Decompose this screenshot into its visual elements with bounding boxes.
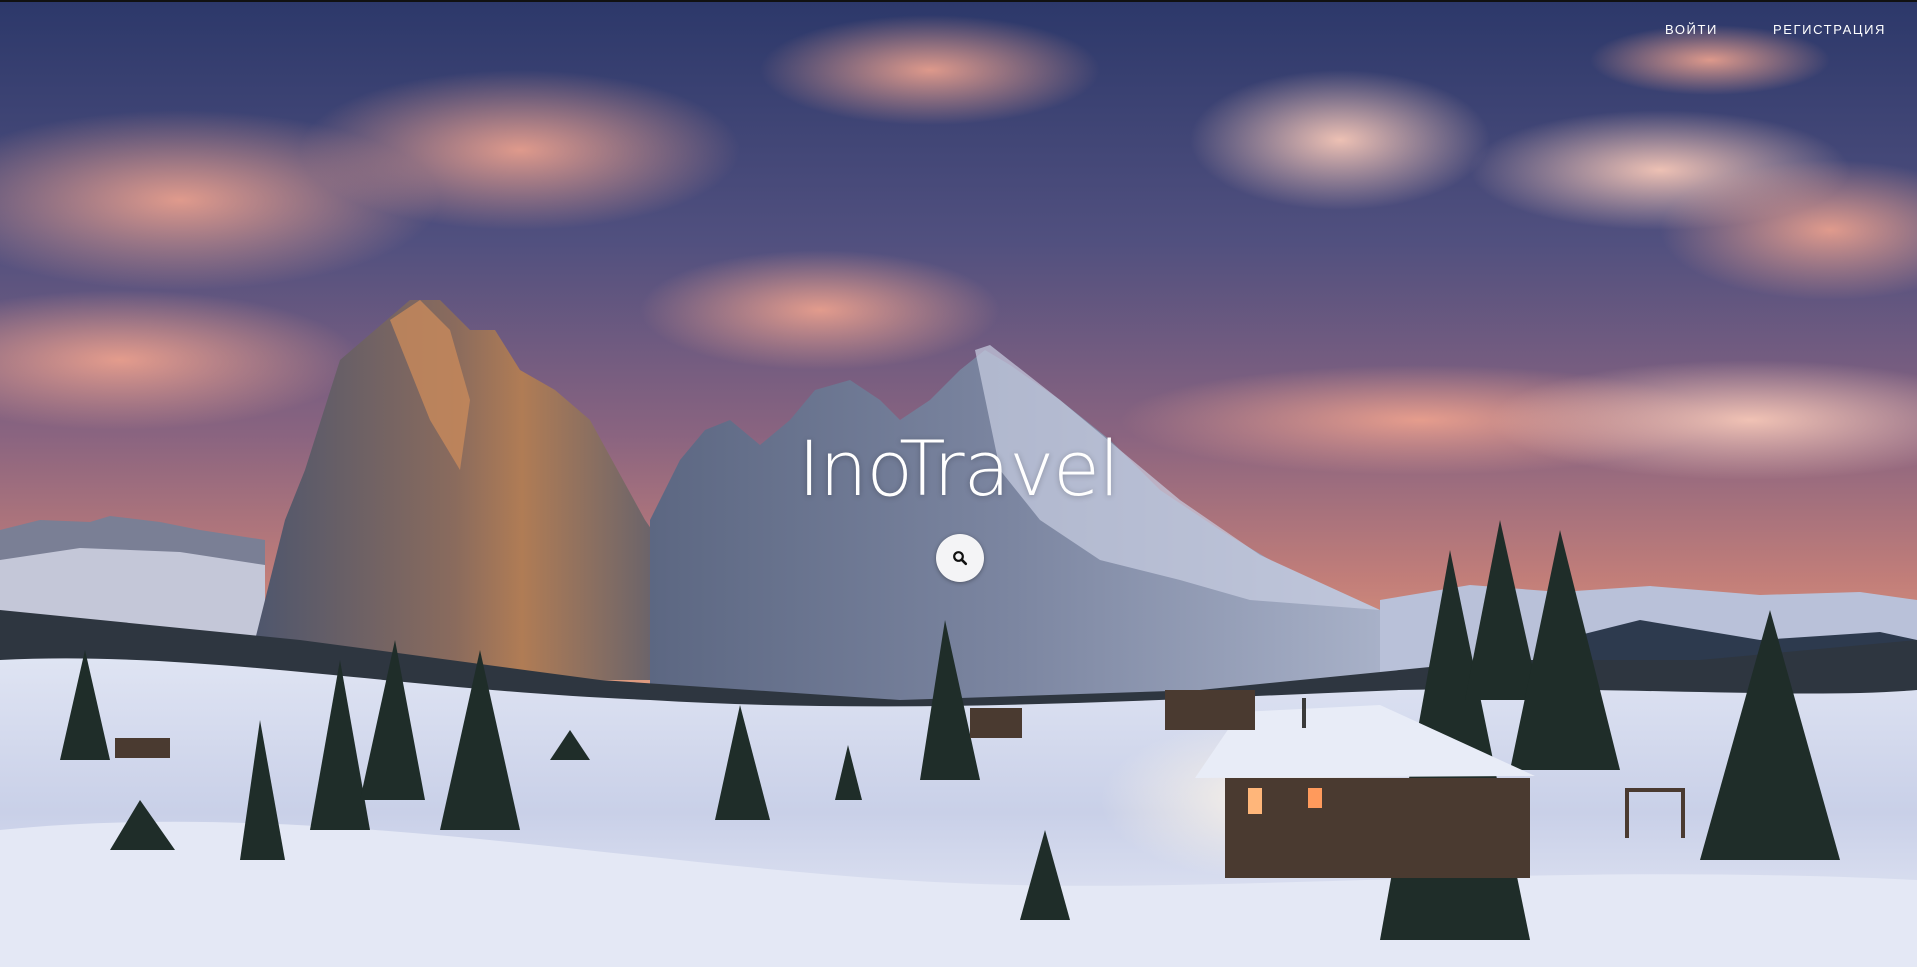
- login-link[interactable]: ВОЙТИ: [1665, 22, 1718, 37]
- hero-section: ВОЙТИ РЕГИСТРАЦИЯ InoTravel: [0, 0, 1917, 967]
- top-nav: ВОЙТИ РЕГИСТРАЦИЯ: [0, 22, 1917, 42]
- site-title: InoTravel: [797, 424, 1120, 513]
- search-icon: [953, 551, 968, 566]
- search-button[interactable]: [936, 534, 984, 582]
- top-border: [0, 0, 1917, 2]
- register-link[interactable]: РЕГИСТРАЦИЯ: [1773, 22, 1886, 37]
